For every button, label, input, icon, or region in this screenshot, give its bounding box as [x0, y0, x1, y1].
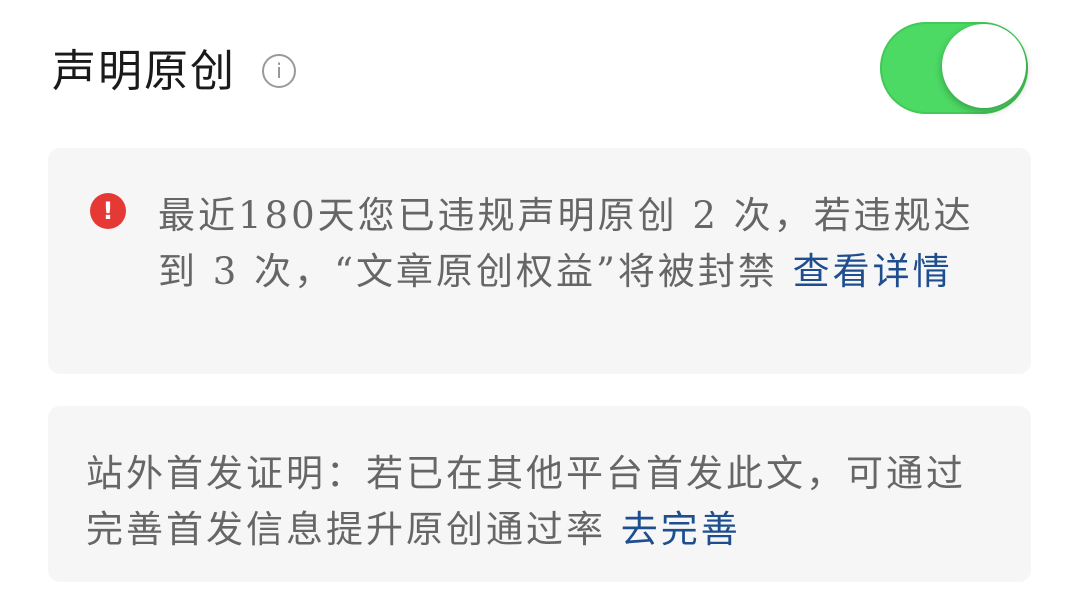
info-icon[interactable]: i	[262, 54, 296, 88]
violation-warning-card: ! 最近180天您已违规声明原创 2 次，若违规达到 3 次，“文章原创权益”将…	[48, 148, 1031, 374]
toggle-knob	[942, 24, 1026, 108]
section-title: 声明原创	[52, 46, 236, 97]
original-declaration-row: 声明原创 i	[52, 22, 1032, 120]
first-publish-proof-text: 站外首发证明：若已在其他平台首发此文，可通过完善首发信息提升原创通过率 去完善	[86, 446, 986, 558]
exclamation-icon: !	[90, 193, 126, 229]
proof-message: 站外首发证明：若已在其他平台首发此文，可通过完善首发信息提升原创通过率	[86, 452, 966, 551]
page: 声明原创 i ! 最近180天您已违规声明原创 2 次，若违规达到 3 次，“文…	[0, 0, 1079, 609]
first-publish-proof-card: 站外首发证明：若已在其他平台首发此文，可通过完善首发信息提升原创通过率 去完善	[48, 406, 1031, 582]
original-toggle[interactable]	[880, 22, 1028, 114]
view-details-link[interactable]: 查看详情	[793, 250, 953, 293]
violation-warning-text: 最近180天您已违规声明原创 2 次，若违规达到 3 次，“文章原创权益”将被封…	[158, 188, 998, 300]
complete-info-link[interactable]: 去完善	[621, 508, 741, 551]
